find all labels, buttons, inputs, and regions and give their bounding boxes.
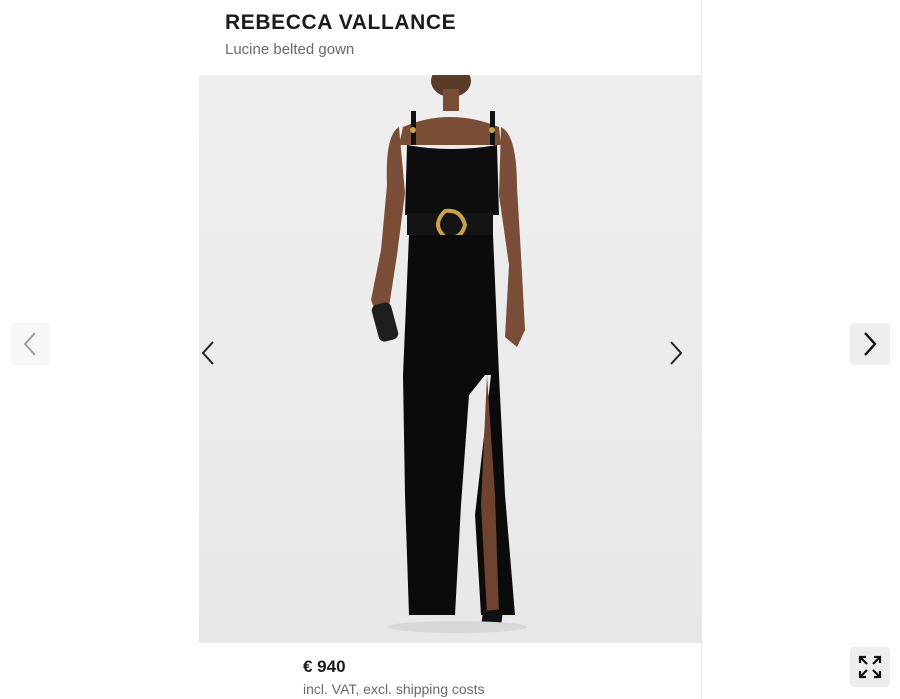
model-wearing-black-gown xyxy=(371,75,527,633)
image-next-button[interactable] xyxy=(669,340,699,380)
chevron-right-icon xyxy=(864,332,877,356)
lightbox-next-button[interactable] xyxy=(850,323,890,365)
fullscreen-button[interactable] xyxy=(850,647,890,687)
chevron-right-icon xyxy=(670,341,683,365)
expand-icon xyxy=(858,655,882,679)
brand-name[interactable]: REBECCA VALLANCE xyxy=(225,11,456,35)
image-prev-button[interactable] xyxy=(201,340,231,380)
lightbox-prev-button[interactable] xyxy=(10,323,50,365)
chevron-left-icon xyxy=(201,341,214,365)
product-image[interactable] xyxy=(199,75,702,643)
product-name[interactable]: Lucine belted gown xyxy=(225,41,354,58)
vat-note: incl. VAT, excl. shipping costs xyxy=(303,681,485,697)
chevron-left-icon xyxy=(23,332,36,356)
product-card: REBECCA VALLANCE Lucine belted gown € 94… xyxy=(199,0,702,699)
product-price: € 940 xyxy=(303,657,346,676)
